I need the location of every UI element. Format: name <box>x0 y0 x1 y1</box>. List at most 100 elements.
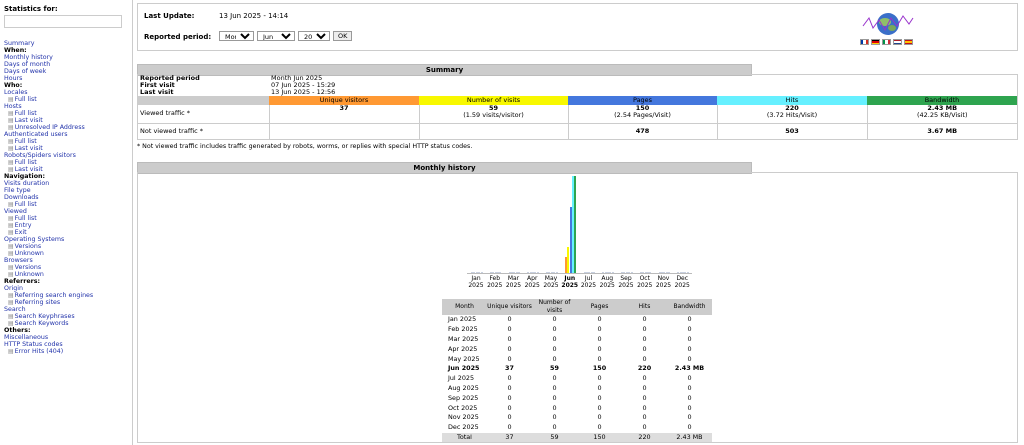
menu-link[interactable]: Monthly history <box>4 54 128 61</box>
menu-sublink[interactable]: ▤Entry <box>4 222 128 229</box>
menu-link[interactable]: Visits duration <box>4 180 128 187</box>
sub-item-icon: ▤ <box>8 96 14 103</box>
menu-item-label: Hosts <box>4 103 22 110</box>
menu-item-label: Visits duration <box>4 180 50 187</box>
month-axis-label: Feb 2025 <box>485 275 505 289</box>
not-viewed-bandwidth: 3.67 MB <box>866 123 1017 139</box>
menu-sublink[interactable]: ▤Last visit <box>4 166 128 173</box>
year-select[interactable]: 2025 <box>298 31 330 41</box>
menu-link[interactable]: Locales <box>4 89 128 96</box>
menu-link[interactable]: File type <box>4 187 128 194</box>
month-axis-label: Jun 2025 <box>560 275 580 289</box>
menu-sublink[interactable]: ▤Full list <box>4 201 128 208</box>
menu-sublink[interactable]: ▤Full list <box>4 215 128 222</box>
menu-item-label: Browsers <box>4 257 33 264</box>
menu-item-label: Locales <box>4 89 28 96</box>
menu-link[interactable]: Downloads <box>4 194 128 201</box>
menu-item-label: Last visit <box>14 117 43 124</box>
menu-item-label: Miscellaneous <box>4 334 49 341</box>
value-cell: 0 <box>642 374 647 383</box>
menu-item-label: Exit <box>14 229 27 236</box>
month-axis-label: Sep 2025 <box>616 275 636 289</box>
month-axis-label: Jan 2025 <box>466 275 486 289</box>
menu-item-label: Full list <box>14 138 37 145</box>
monthly-history-table: Month Unique visitors Number of visits P… <box>442 299 712 443</box>
menu-link[interactable]: Days of week <box>4 68 128 75</box>
month-axis-year: 2025 <box>599 282 615 289</box>
month-cell-name: Jan <box>448 315 458 324</box>
viewed-traffic-label: Viewed traffic * <box>140 109 190 118</box>
not-viewed-pages: 478 <box>567 123 717 139</box>
month-cell: Sep 2025 <box>442 393 487 403</box>
menu-item-label: Referring search engines <box>14 292 94 299</box>
month-cell: May 2025 <box>442 354 487 364</box>
period-type-select[interactable]: Month <box>219 31 254 41</box>
menu-sublink[interactable]: ▤Full list <box>4 96 128 103</box>
menu-sublink[interactable]: ▤Unknown <box>4 271 128 278</box>
flag-it-icon[interactable] <box>882 39 891 45</box>
menu-link[interactable]: Hours <box>4 75 128 82</box>
menu-sublink[interactable]: ▤Error Hits (404) <box>4 348 128 355</box>
menu-link[interactable]: Origin <box>4 285 128 292</box>
viewed-bandwidth-sub: (42.25 KB/Visit) <box>916 111 968 119</box>
sub-item-icon: ▤ <box>8 348 14 355</box>
menu-sublink[interactable]: ▤Unresolved IP Address <box>4 124 128 131</box>
month-cell-year: 2025 <box>461 344 478 353</box>
menu-link[interactable]: Authenticated users <box>4 131 128 138</box>
month-axis-year: 2025 <box>618 282 634 289</box>
menu-sublink[interactable]: ▤Last visit <box>4 117 128 124</box>
flag-nl-icon[interactable] <box>893 39 902 45</box>
month-cell: Jul 2025 <box>442 374 487 384</box>
not-viewed-hits: 503 <box>716 123 867 139</box>
site-name-box <box>4 15 122 28</box>
value-cell: 0 <box>642 325 647 334</box>
menu-link[interactable]: Summary <box>4 40 128 47</box>
menu-link[interactable]: Miscellaneous <box>4 334 128 341</box>
sub-item-icon: ▤ <box>8 299 14 306</box>
ok-button[interactable]: OK <box>333 31 353 41</box>
menu-sublink[interactable]: ▤Unknown <box>4 250 128 257</box>
menu-link[interactable]: Viewed <box>4 208 128 215</box>
menu-link[interactable]: Operating Systems <box>4 236 128 243</box>
menu-sublink[interactable]: ▤Referring search engines <box>4 292 128 299</box>
value-cell: 0 <box>597 374 602 383</box>
total-cell: 37 <box>487 432 532 443</box>
menu-item-label: Authenticated users <box>4 131 68 138</box>
menu-sublink[interactable]: ▤Referring sites <box>4 299 128 306</box>
value-cell: 0 <box>687 403 692 412</box>
viewed-unique-visitors: 37 <box>268 105 419 123</box>
menu-sublink[interactable]: ▤Exit <box>4 229 128 236</box>
menu-link[interactable]: Search <box>4 306 128 313</box>
menu-sublink[interactable]: ▤Versions <box>4 264 128 271</box>
month-cell-name: Jun <box>448 364 460 373</box>
first-visit-value: 07 Jun 2025 - 15:29 <box>271 81 336 89</box>
value-cell: 0 <box>552 344 557 353</box>
menu-link[interactable]: Robots/Spiders visitors <box>4 152 128 159</box>
month-cell-year: 2025 <box>461 364 480 373</box>
menu-link[interactable]: Days of month <box>4 61 128 68</box>
menu-sublink[interactable]: ▤Search Keyphrases <box>4 313 128 320</box>
menu-sublink[interactable]: ▤Last visit <box>4 145 128 152</box>
menu-link[interactable]: HTTP Status codes <box>4 341 128 348</box>
month-cell: Feb 2025 <box>442 325 487 335</box>
sub-item-icon: ▤ <box>8 271 14 278</box>
month-select[interactable]: Jun <box>257 31 295 41</box>
flag-de-icon[interactable] <box>871 39 880 45</box>
month-axis-year: 2025 <box>505 282 522 289</box>
value-cell: 0 <box>552 423 557 432</box>
value-cell: 37 <box>505 364 514 373</box>
flag-es-icon[interactable] <box>904 39 913 45</box>
menu-sublink[interactable]: ▤Versions <box>4 243 128 250</box>
menu-item-label: Versions <box>14 243 42 250</box>
menu-sublink[interactable]: ▤Search Keywords <box>4 320 128 327</box>
viewed-pages-sub: (2.54 Pages/Visit) <box>614 111 671 119</box>
menu-sublink[interactable]: ▤Full list <box>4 110 128 117</box>
menu-sublink[interactable]: ▤Full list <box>4 138 128 145</box>
header-box: Last Update: 13 Jun 2025 - 14:14 Reporte… <box>137 3 1018 51</box>
value-cell: 0 <box>597 334 602 343</box>
menu-link[interactable]: Hosts <box>4 103 128 110</box>
flag-fr-icon[interactable] <box>860 39 869 45</box>
hist-header-month: Month <box>442 299 487 315</box>
menu-link[interactable]: Browsers <box>4 257 128 264</box>
menu-sublink[interactable]: ▤Full list <box>4 159 128 166</box>
